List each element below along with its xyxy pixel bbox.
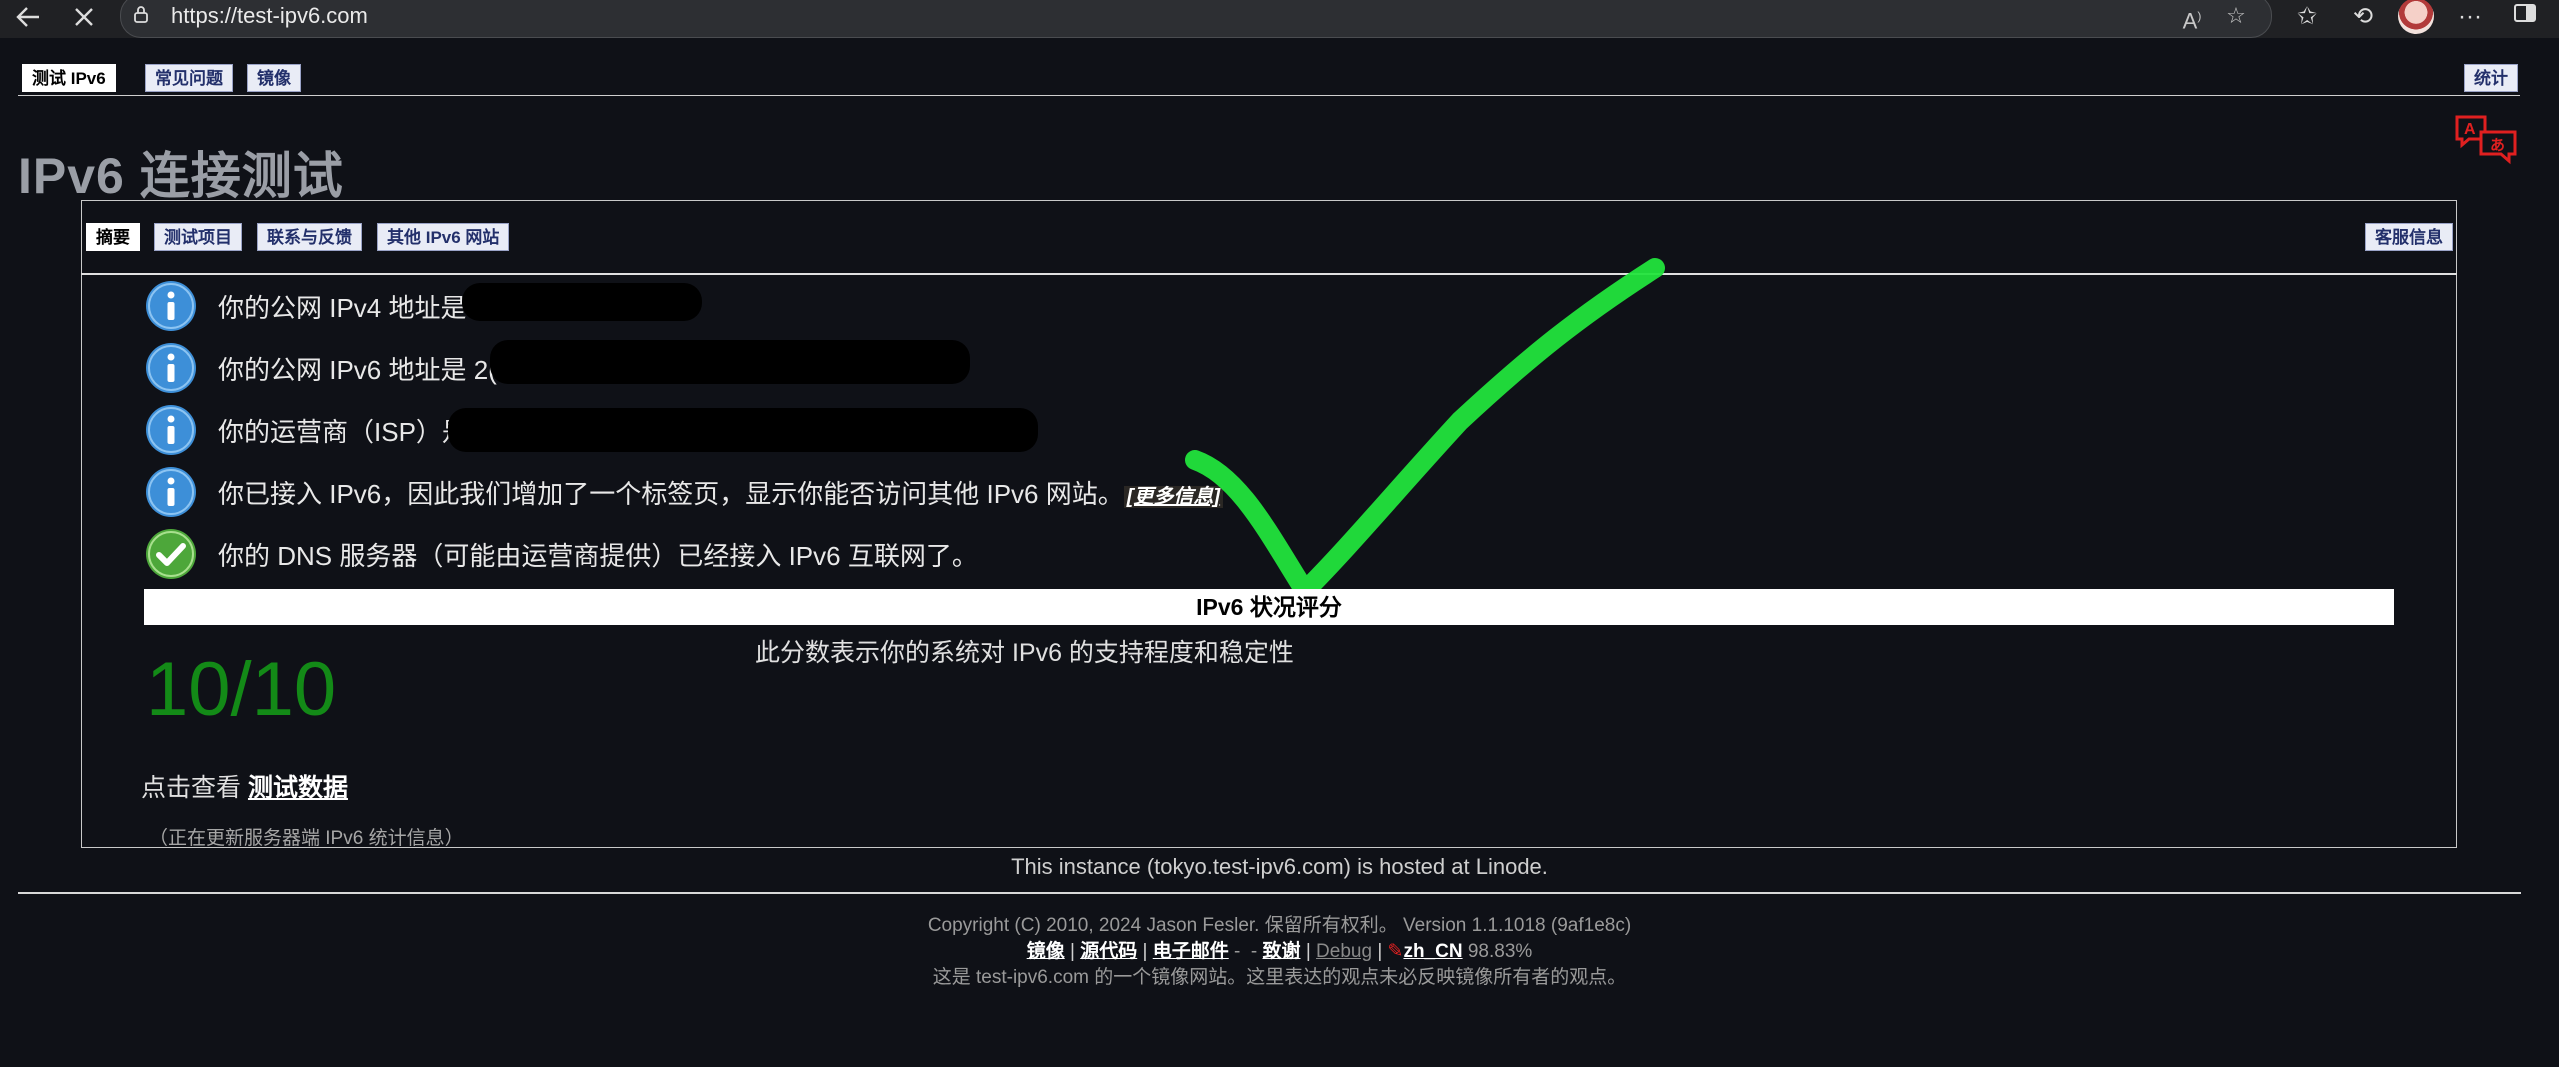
stop-icon[interactable]	[68, 2, 100, 32]
footer-email-link[interactable]: 电子邮件	[1153, 941, 1229, 962]
tab-mirrors[interactable]: 镜像	[247, 64, 301, 92]
translate-icon[interactable]: A あ	[2454, 114, 2520, 166]
test-data-link[interactable]: 测试数据	[248, 774, 348, 802]
svg-text:A: A	[2464, 121, 2476, 138]
tab-other-ipv6-sites[interactable]: 其他 IPv6 网站	[377, 223, 510, 251]
lock-icon[interactable]	[133, 5, 149, 23]
redacted-ipv6	[490, 340, 970, 384]
tab-faq[interactable]: 常见问题	[145, 64, 233, 92]
redacted-ipv4	[462, 283, 702, 321]
locale-percent: 98.83%	[1467, 941, 1533, 962]
footer-debug-link[interactable]: Debug	[1316, 941, 1372, 962]
footer-thanks-link[interactable]: 致谢	[1263, 941, 1301, 962]
history-icon[interactable]: ⟲	[2346, 2, 2380, 32]
ipv4-address-text: 你的公网 IPv4 地址是	[218, 293, 467, 323]
score-value: 10/10	[146, 647, 337, 732]
hosted-text: This instance (tokyo.test-ipv6.com) is h…	[1011, 854, 1548, 879]
svg-text:あ: あ	[2490, 136, 2505, 154]
info-icon	[146, 281, 196, 331]
address-bar[interactable]: https://test-ipv6.com A) ☆	[120, 0, 2272, 38]
read-aloud-icon[interactable]: A)	[2177, 1, 2207, 33]
favorite-star-icon[interactable]: ☆	[2221, 1, 2251, 31]
stats-updating-text: （正在更新服务器端 IPv6 统计信息）	[149, 828, 464, 849]
more-icon[interactable]: ···	[2453, 2, 2487, 32]
isp-text: 你的运营商（ISP）是	[218, 417, 468, 447]
view-test-data-prefix: 点击查看	[141, 774, 242, 802]
ipv6-access-text: 你已接入 IPv6，因此我们增加了一个标签页，显示你能否访问其他 IPv6 网站…	[218, 474, 1224, 511]
checkmark-overlay-icon	[1185, 258, 1665, 601]
url-text[interactable]: https://test-ipv6.com	[171, 3, 368, 29]
tab-stats[interactable]: 统计	[2464, 64, 2518, 92]
translate-small-icon: ✎	[1387, 941, 1404, 962]
separator: |	[1069, 941, 1075, 962]
tab-summary[interactable]: 摘要	[86, 223, 140, 251]
separator: |	[1305, 941, 1311, 962]
tab-support-info[interactable]: 客服信息	[2365, 223, 2453, 251]
view-test-data: 点击查看 测试数据	[141, 768, 348, 804]
separator: |	[1142, 941, 1148, 962]
back-icon[interactable]	[12, 2, 44, 32]
page: 测试 IPv6 常见问题 镜像 统计 A あ IPv6 连接测试 摘要 测试项目…	[0, 38, 2559, 1067]
footer-divider	[18, 892, 2521, 894]
separator: |	[1377, 941, 1383, 962]
footer-links: 镜像 | 源代码 | 电子邮件 - - 致谢 | Debug | ✎zh_CN …	[0, 936, 2559, 963]
tab-contact-feedback[interactable]: 联系与反馈	[257, 223, 362, 251]
sidebar-icon[interactable]	[2508, 2, 2542, 32]
info-icon	[146, 343, 196, 393]
info-icon	[146, 405, 196, 455]
page-title: IPv6 连接测试	[18, 148, 344, 204]
dns-text: 你的 DNS 服务器（可能由运营商提供）已经接入 IPv6 互联网了。	[218, 541, 978, 571]
favorites-icon[interactable]: ✩	[2290, 2, 2324, 32]
footer-mirror-link[interactable]: 镜像	[1027, 941, 1065, 962]
score-header: IPv6 状况评分	[144, 589, 2394, 625]
copyright-text: Copyright (C) 2010, 2024 Jason Fesler. 保…	[927, 915, 1632, 936]
tab-test-items[interactable]: 测试项目	[154, 223, 242, 251]
browser-toolbar: https://test-ipv6.com A) ☆ ✩ ⟲ ···	[0, 0, 2559, 38]
tab-test-ipv6[interactable]: 测试 IPv6	[22, 64, 116, 92]
info-icon	[146, 467, 196, 517]
avatar[interactable]	[2398, 0, 2434, 34]
footer-locale-link[interactable]: zh_CN	[1403, 941, 1462, 962]
ipv6-access-message: 你已接入 IPv6，因此我们增加了一个标签页，显示你能否访问其他 IPv6 网站…	[218, 479, 1124, 509]
redacted-isp	[448, 408, 1038, 452]
separator: - -	[1234, 941, 1258, 962]
footer-source-link[interactable]: 源代码	[1080, 941, 1137, 962]
top-tab-divider	[18, 95, 2520, 96]
mirror-note: 这是 test-ipv6.com 的一个镜像网站。这里表达的观点未必反映镜像所有…	[932, 967, 1627, 988]
score-description: 此分数表示你的系统对 IPv6 的支持程度和稳定性	[755, 639, 1294, 667]
ipv6-address-text: 你的公网 IPv6 地址是 2(	[218, 355, 497, 385]
check-icon	[146, 529, 196, 579]
